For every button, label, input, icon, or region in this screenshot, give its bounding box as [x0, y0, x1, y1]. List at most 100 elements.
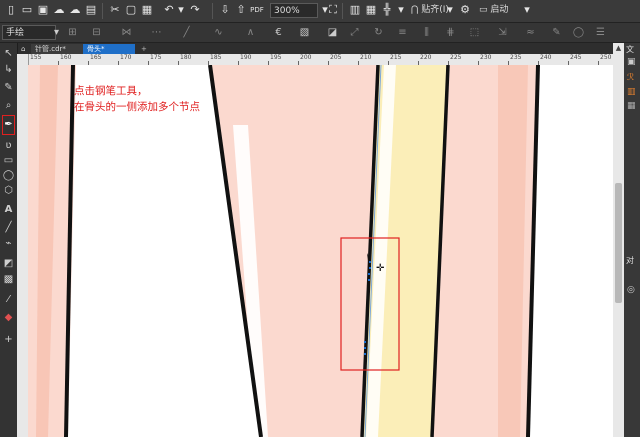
tab-bone-document[interactable]: 骨头* — [83, 44, 135, 54]
tool-presets-dropdown[interactable]: 手绘 — [2, 25, 56, 40]
tab-label: 针管.cdr* — [35, 45, 66, 53]
reflect-nodes-icon[interactable]: ⫼ — [420, 26, 433, 39]
objects-panel-icon[interactable]: ◎ — [627, 285, 635, 295]
tab-needle-document[interactable]: 针管.cdr* — [31, 44, 83, 54]
ruler-tick-label: 200 — [300, 54, 312, 61]
rectangle-tool-icon[interactable]: ▭ — [2, 154, 15, 167]
instruction-line-1: 点击钢笔工具， — [74, 85, 148, 97]
outline-icon[interactable]: ✎ — [550, 26, 563, 39]
cloud-upload-icon[interactable]: ☁ — [52, 3, 66, 17]
add-node-icon[interactable]: ⊞ — [66, 26, 79, 39]
redo-icon[interactable]: ↷ — [188, 3, 202, 17]
import-icon[interactable]: ⇩ — [218, 3, 232, 17]
extend-curve-icon[interactable]: ▧ — [298, 26, 311, 39]
align-nodes-icon[interactable]: ≡ — [396, 26, 409, 39]
show-rulers-icon[interactable]: ▥ — [348, 3, 362, 17]
ruler-tick-label: 190 — [240, 54, 252, 61]
extract-subpath-icon[interactable]: ◪ — [326, 26, 339, 39]
ruler-tick-label: 250 — [600, 54, 612, 61]
scroll-up-icon[interactable]: ▲ — [614, 44, 623, 52]
to-curve-icon[interactable]: ∿ — [212, 26, 225, 39]
add-tab-icon[interactable]: + — [137, 44, 147, 54]
ellipse-tool-icon[interactable]: ◯ — [2, 169, 15, 182]
document-tabs: ⌂ 针管.cdr* 骨头* + — [17, 43, 640, 54]
docker-tool-icon-3[interactable]: ▦ — [627, 101, 636, 111]
docker-tool-icon[interactable]: ℛ — [627, 73, 634, 83]
ruler-tick-label: 220 — [420, 54, 432, 61]
open-folder-icon[interactable]: ▭ — [20, 3, 34, 17]
save-icon[interactable]: ▣ — [36, 3, 50, 17]
break-curve-icon[interactable]: ⋯ — [150, 26, 163, 39]
ruler-tick-label: 235 — [510, 54, 522, 61]
drawing-canvas[interactable]: ✛ 点击钢笔工具， 在骨头的一侧添加多个节点 — [28, 65, 613, 437]
show-guidelines-icon[interactable]: ╬ — [380, 3, 394, 17]
rotate-nodes-icon[interactable]: ↻ — [372, 26, 385, 39]
docker-tool-icon-2[interactable]: ▥ — [627, 87, 636, 97]
launch-dropdown-icon[interactable]: ▾ — [520, 3, 534, 17]
polygon-tool-icon[interactable]: ⬡ — [2, 184, 15, 197]
crop-tool-icon[interactable]: ✎ — [2, 81, 15, 94]
ruler-tick-label: 155 — [30, 54, 42, 61]
join-nodes-icon[interactable]: ⋈ — [120, 26, 133, 39]
preset-dropdown-icon[interactable]: ▾ — [50, 26, 63, 39]
wrap-text-icon[interactable]: ☰ — [594, 26, 607, 39]
launch-dropdown[interactable]: ▭ 启动 — [476, 3, 524, 18]
toolbar-separator — [212, 3, 213, 19]
snap-dropdown-icon[interactable]: ▾ — [443, 3, 457, 17]
copy-icon[interactable]: ▢ — [124, 3, 138, 17]
options-gear-icon[interactable]: ⚙ — [458, 3, 472, 17]
standard-toolbar: ▯ ▭ ▣ ☁ ☁ ▤ ✂ ▢ ▦ ↶ ▾ ↷ ⇩ ⇧ PDF 300% ▾ ⛶… — [0, 0, 640, 23]
elastic-mode-icon[interactable]: ⋕ — [444, 26, 457, 39]
eyedropper-tool-icon[interactable]: ⁄ — [2, 293, 15, 306]
transparency-tool-icon[interactable]: ▩ — [2, 273, 15, 286]
pdf-export-icon[interactable]: PDF — [250, 3, 264, 17]
view-dropdown-icon[interactable]: ▾ — [394, 3, 408, 17]
close-curve-icon[interactable]: ◯ — [572, 26, 585, 39]
interactive-fill-tool-icon[interactable]: ◆ — [2, 311, 15, 324]
crosshair-cursor-icon: ✛ — [376, 263, 385, 274]
drop-shadow-tool-icon[interactable]: ◩ — [2, 257, 15, 270]
pick-tool-icon[interactable]: ↖ — [2, 47, 15, 60]
paste-icon[interactable]: ▦ — [140, 3, 154, 17]
toolbox: ↖ ↳ ✎ ⌕ ✒ ʋ ▭ ◯ ⬡ A ╱ ⌁ ◩ ▩ ⁄ ◆ + — [0, 43, 18, 437]
shape-tool-icon[interactable]: ↳ — [2, 63, 15, 76]
show-grid-icon[interactable]: ▦ — [364, 3, 378, 17]
pen-tool-icon[interactable]: ✒ — [2, 115, 15, 135]
home-icon[interactable]: ⌂ — [17, 44, 29, 54]
bone-illustration: ✛ — [28, 65, 540, 437]
reverse-direction-icon[interactable]: € — [272, 26, 285, 39]
full-screen-icon[interactable]: ⛶ — [326, 3, 340, 17]
add-tool-icon[interactable]: + — [2, 333, 15, 346]
print-icon[interactable]: ▤ — [84, 3, 98, 17]
scrollbar-thumb[interactable] — [615, 183, 622, 303]
stretch-nodes-icon[interactable]: ⤢ — [348, 26, 361, 39]
curve-smoothness-icon[interactable]: ≈ — [524, 26, 537, 39]
ruler-tick-label: 160 — [60, 54, 72, 61]
new-file-icon[interactable]: ▯ — [4, 3, 18, 17]
docker-menu-icon[interactable]: ▣ — [627, 57, 636, 67]
vertical-scrollbar[interactable]: ▲ — [613, 43, 624, 437]
ruler-tick-label: 205 — [330, 54, 342, 61]
cloud-download-icon[interactable]: ☁ — [68, 3, 82, 17]
launch-label: 启动 — [490, 5, 509, 15]
export-icon[interactable]: ⇧ — [234, 3, 248, 17]
connector-tool-icon[interactable]: ⌁ — [2, 237, 15, 250]
parallel-dimension-tool-icon[interactable]: ╱ — [2, 221, 15, 234]
ruler-tick-label: 165 — [90, 54, 102, 61]
text-tool-icon[interactable]: A — [2, 203, 15, 216]
ruler-tick-label: 175 — [150, 54, 162, 61]
cut-icon[interactable]: ✂ — [108, 3, 122, 17]
zoom-level-field[interactable]: 300% — [270, 3, 318, 18]
ruler-tick-label: 225 — [450, 54, 462, 61]
docker-title: 文 — [626, 45, 634, 54]
to-line-icon[interactable]: ╱ — [180, 26, 193, 39]
delete-node-icon[interactable]: ⊟ — [90, 26, 103, 39]
magnet-icon: ⋂ — [411, 5, 422, 15]
undo-dropdown-icon[interactable]: ▾ — [174, 3, 188, 17]
select-all-nodes-icon[interactable]: ⬚ — [468, 26, 481, 39]
ruler-tick-label: 185 — [210, 54, 222, 61]
cusp-node-icon[interactable]: ∧ — [244, 26, 257, 39]
reduce-nodes-icon[interactable]: ⇲ — [496, 26, 509, 39]
zoom-tool-icon[interactable]: ⌕ — [2, 99, 15, 112]
artistic-media-tool-icon[interactable]: ʋ — [2, 139, 15, 152]
